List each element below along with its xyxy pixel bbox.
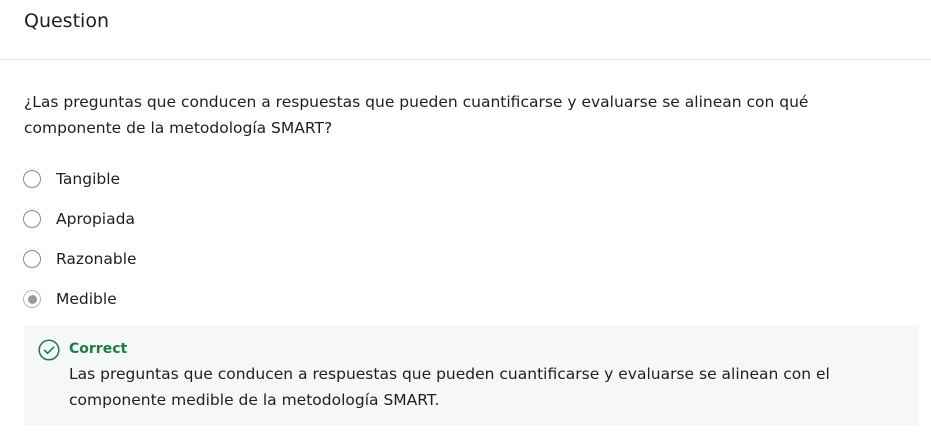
feedback-panel: Correct Las preguntas que conducen a res… [24,325,919,425]
radio-button[interactable] [23,210,41,228]
radio-dot [27,294,37,304]
option-label: Tangible [56,170,121,188]
feedback-explanation: Las preguntas que conducen a respuestas … [69,365,830,409]
radio-button[interactable] [23,250,41,268]
page-title: Question [24,10,109,32]
question-header: Question [0,0,931,60]
question-prompt: ¿Las preguntas que conducen a respuestas… [24,93,809,137]
option-medible[interactable]: Medible [23,287,623,311]
feedback-status: Correct [69,341,128,357]
check-circle-icon [38,339,60,361]
radio-button[interactable] [23,170,41,188]
option-label: Apropiada [56,210,135,228]
option-apropiada[interactable]: Apropiada [23,207,623,231]
option-razonable[interactable]: Razonable [23,247,623,271]
answer-options: Tangible Apropiada Razonable Medible [23,167,623,327]
quiz-page: Question ¿Las preguntas que conducen a r… [0,0,931,438]
option-tangible[interactable]: Tangible [23,167,623,191]
radio-button-selected[interactable] [23,290,41,308]
option-label: Medible [56,290,117,308]
option-label: Razonable [56,250,137,268]
